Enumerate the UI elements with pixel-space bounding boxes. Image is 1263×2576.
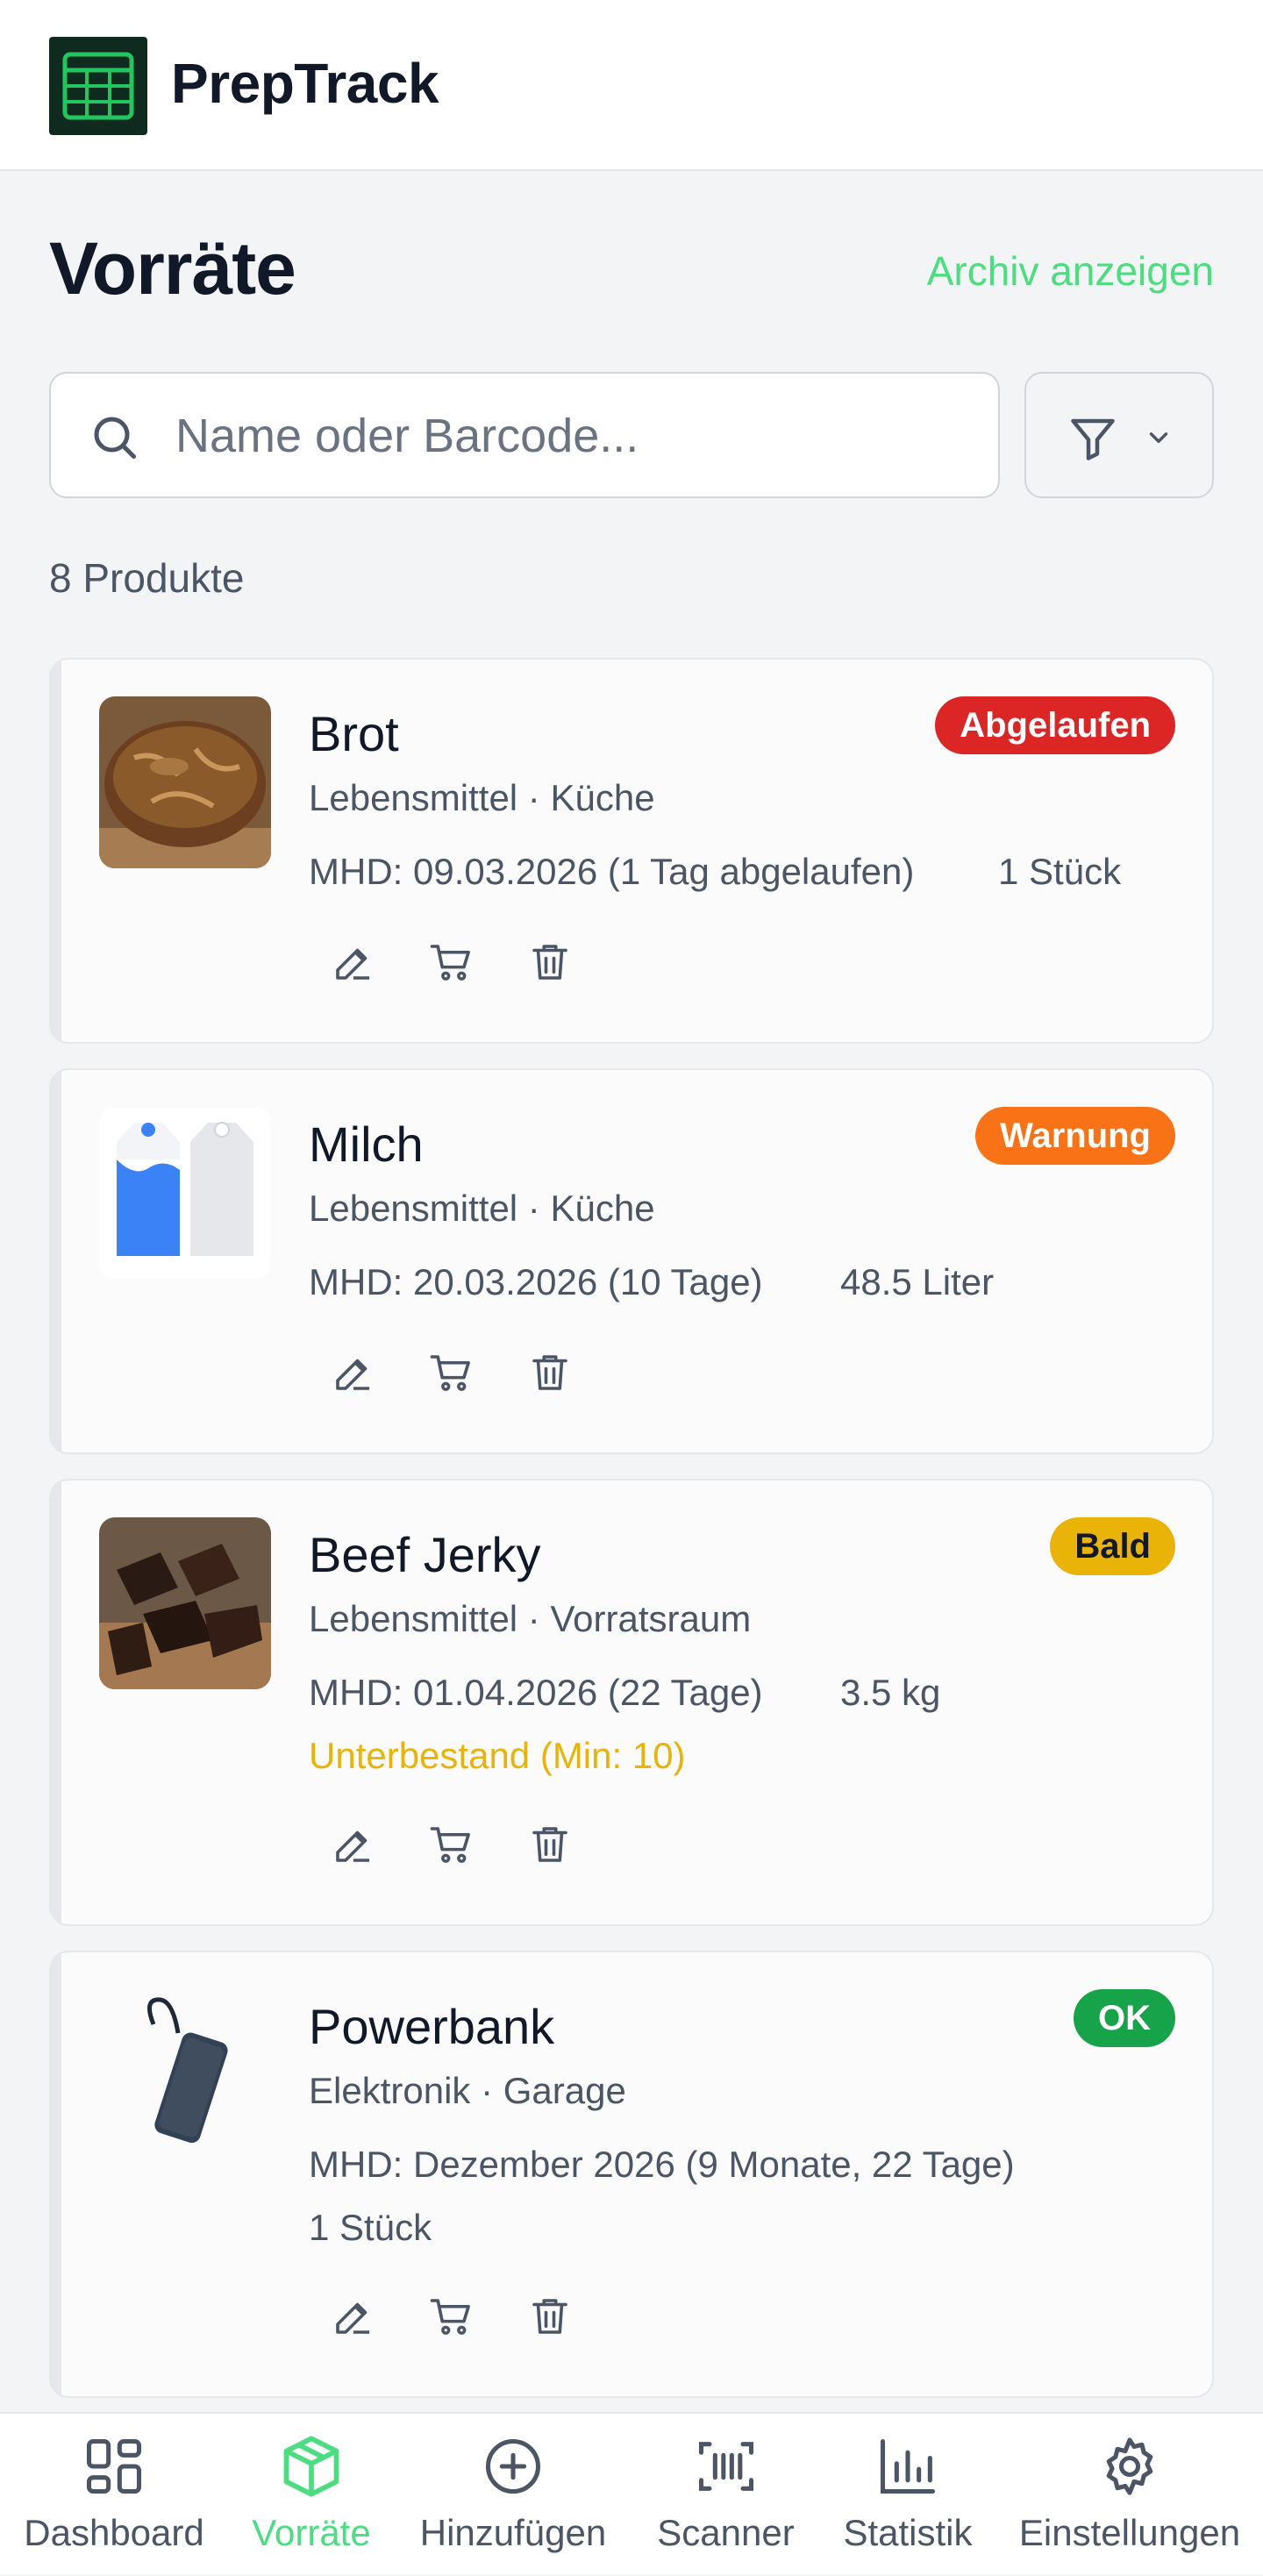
gear-icon — [1106, 2437, 1153, 2495]
status-badge: Bald — [1050, 1517, 1175, 1575]
app-header: PrepTrack — [0, 0, 1263, 171]
product-mhd: MHD: 09.03.2026 (1 Tag abgelaufen) — [309, 851, 915, 892]
nav-label: Einstellungen — [1018, 2512, 1241, 2553]
trash-icon — [532, 2299, 567, 2334]
nav-item-einstellungen[interactable]: Einstellungen — [1000, 2414, 1259, 2576]
product-image-powerbank — [99, 1989, 271, 2161]
product-card[interactable]: Milch Warnung Lebensmittel · Küche MHD: … — [49, 1068, 1214, 1454]
search-icon — [94, 417, 136, 459]
product-mhd: MHD: 01.04.2026 (22 Tage) — [309, 1672, 763, 1713]
stock-warning: Unterbestand (Min: 10) — [309, 1735, 686, 1776]
nav-label: Statistik — [843, 2512, 973, 2553]
product-quantity: 1 Stück — [309, 2207, 432, 2248]
product-card[interactable]: Powerbank OK Elektronik · Garage MHD: De… — [49, 1951, 1214, 2398]
cart-button[interactable] — [421, 2286, 482, 2347]
cart-button[interactable] — [421, 1814, 482, 1875]
shopping-cart-icon — [430, 2299, 470, 2335]
trash-icon — [532, 1827, 567, 1862]
product-meta: Lebensmittel · Küche — [309, 777, 655, 818]
product-mhd: MHD: 20.03.2026 (10 Tage) — [309, 1261, 763, 1302]
search-box[interactable] — [49, 372, 1000, 498]
delete-button[interactable] — [519, 2286, 581, 2347]
status-badge: Warnung — [975, 1107, 1175, 1165]
nav-label: Dashboard — [24, 2512, 204, 2553]
calendar-grid-icon — [62, 52, 134, 120]
pencil-icon — [336, 948, 369, 980]
cart-button[interactable] — [421, 931, 482, 993]
box-icon — [283, 2436, 339, 2497]
grid-icon — [86, 2438, 142, 2494]
nav-item-statistik[interactable]: Statistik — [820, 2414, 995, 2576]
product-image-bread — [99, 696, 271, 868]
delete-button[interactable] — [519, 931, 581, 993]
filter-icon — [1071, 418, 1115, 460]
bar-chart-icon — [880, 2438, 936, 2494]
filter-button[interactable] — [1024, 372, 1214, 498]
product-card[interactable]: Brot Abgelaufen Lebensmittel · Küche MHD… — [49, 658, 1214, 1044]
product-mhd: MHD: Dezember 2026 (9 Monate, 22 Tage) — [309, 2144, 1015, 2185]
product-quantity: 1 Stück — [998, 851, 1122, 892]
shopping-cart-icon — [430, 945, 470, 981]
product-meta: Lebensmittel · Küche — [309, 1188, 655, 1229]
product-name: Powerbank — [309, 1999, 555, 2054]
pencil-icon — [336, 2302, 369, 2334]
product-actions — [323, 1814, 567, 1875]
shopping-cart-icon — [430, 1355, 470, 1391]
product-quantity: 48.5 Liter — [840, 1261, 995, 1302]
pencil-icon — [336, 1359, 369, 1390]
nav-item-hinzufuegen[interactable]: Hinzufügen — [412, 2414, 614, 2576]
product-meta: Lebensmittel · Vorratsraum — [309, 1598, 752, 1639]
status-badge: Abgelaufen — [935, 696, 1175, 754]
product-quantity: 3.5 kg — [840, 1672, 941, 1713]
product-image-milk-cartons — [99, 1107, 271, 1279]
app-title: PrepTrack — [171, 52, 439, 115]
delete-button[interactable] — [519, 1814, 581, 1875]
status-badge: OK — [1074, 1989, 1175, 2047]
shopping-cart-icon — [430, 1827, 470, 1863]
archive-link[interactable]: Archiv anzeigen — [927, 247, 1214, 295]
delete-button[interactable] — [519, 1342, 581, 1403]
page-title: Vorräte — [49, 227, 296, 310]
product-name: Beef Jerky — [309, 1527, 541, 1582]
nav-item-dashboard[interactable]: Dashboard — [0, 2414, 228, 2576]
pencil-icon — [336, 1830, 369, 1862]
product-count: 8 Produkte — [49, 555, 245, 601]
trash-icon — [532, 945, 567, 980]
barcode-scan-icon — [698, 2442, 753, 2491]
product-meta: Elektronik · Garage — [309, 2070, 626, 2111]
product-actions — [323, 1342, 567, 1403]
nav-item-scanner[interactable]: Scanner — [632, 2414, 820, 2576]
nav-item-vorraete[interactable]: Vorräte — [219, 2414, 403, 2576]
nav-label: Hinzufügen — [419, 2512, 607, 2553]
product-name: Brot — [309, 706, 399, 761]
app-logo[interactable] — [49, 37, 147, 135]
product-actions — [323, 931, 567, 993]
nav-label: Vorräte — [252, 2512, 371, 2553]
product-actions — [323, 2286, 567, 2347]
search-input[interactable] — [174, 400, 967, 472]
plus-circle-icon — [485, 2438, 541, 2494]
edit-button[interactable] — [323, 1814, 384, 1875]
trash-icon — [532, 1355, 567, 1390]
product-image-beef-jerky — [99, 1517, 271, 1689]
edit-button[interactable] — [323, 2286, 384, 2347]
bottom-nav: Dashboard Vorräte Hinzufügen Scanner Sta… — [0, 2412, 1263, 2574]
product-card[interactable]: Beef Jerky Bald Lebensmittel · Vorratsra… — [49, 1479, 1214, 1926]
edit-button[interactable] — [323, 1342, 384, 1403]
cart-button[interactable] — [421, 1342, 482, 1403]
edit-button[interactable] — [323, 931, 384, 993]
nav-label: Scanner — [657, 2512, 795, 2553]
chevron-down-icon — [1149, 432, 1168, 443]
product-name: Milch — [309, 1117, 424, 1172]
